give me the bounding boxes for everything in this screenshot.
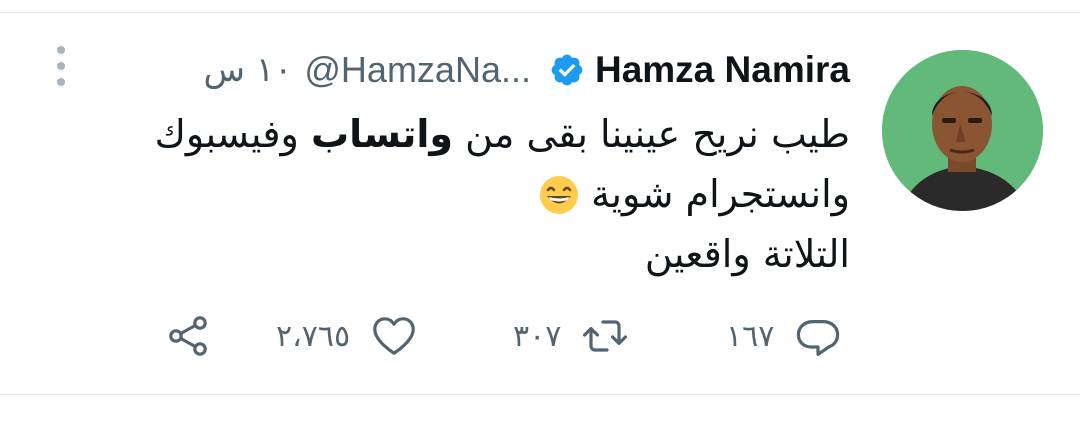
- like-count: ٢،٧٦٥: [276, 318, 351, 354]
- tweet-text: طيب نريح عينينا بقى من واتساب وفيسبوك وا…: [130, 104, 850, 284]
- share-button[interactable]: [164, 306, 212, 366]
- top-divider: [0, 12, 1080, 13]
- grinning-face-emoji: [539, 175, 579, 215]
- reply-icon: [794, 312, 842, 360]
- avatar-image: [882, 50, 1043, 211]
- tweet-timestamp[interactable]: ١٠ س: [204, 50, 293, 90]
- more-options-icon[interactable]: [50, 46, 72, 86]
- author-name[interactable]: Hamza Namira: [595, 49, 850, 91]
- retweet-button[interactable]: ٣٠٧: [513, 306, 629, 366]
- bottom-divider: [0, 394, 1080, 395]
- verified-badge-icon: [549, 52, 585, 88]
- share-icon: [164, 312, 212, 360]
- tweet-text-line-1: طيب نريح عينينا بقى من واتساب وفيسبوك: [130, 104, 850, 164]
- tweet-text-segment: وفيسبوك: [154, 112, 311, 156]
- more-dot-icon: [57, 78, 65, 86]
- tweet-text-line-3: التلاتة واقعين: [130, 224, 850, 284]
- reply-count: ١٦٧: [726, 318, 775, 354]
- reply-button[interactable]: ١٦٧: [726, 306, 842, 366]
- tweet-header: Hamza Namira @HamzaNa... ١٠ س: [204, 44, 850, 96]
- retweet-count: ٣٠٧: [513, 318, 562, 354]
- more-dot-icon: [57, 46, 65, 54]
- author-handle[interactable]: @HamzaNa...: [304, 49, 531, 91]
- avatar[interactable]: [882, 50, 1043, 211]
- heart-icon: [370, 312, 418, 360]
- more-dot-icon: [57, 62, 65, 70]
- tweet-actions: ١٦٧ ٣٠٧ ٢،٧٦٥: [0, 306, 1080, 366]
- tweet-text-segment: وانستجرام شوية: [591, 172, 850, 216]
- tweet-text-segment: التلاتة واقعين: [644, 232, 850, 276]
- retweet-icon: [581, 312, 629, 360]
- tweet-text-line-2: وانستجرام شوية: [130, 164, 850, 224]
- like-button[interactable]: ٢،٧٦٥: [276, 306, 418, 366]
- tweet-text-bold-segment: واتساب: [311, 112, 454, 156]
- tweet-text-segment: طيب نريح عينينا بقى من: [453, 112, 850, 156]
